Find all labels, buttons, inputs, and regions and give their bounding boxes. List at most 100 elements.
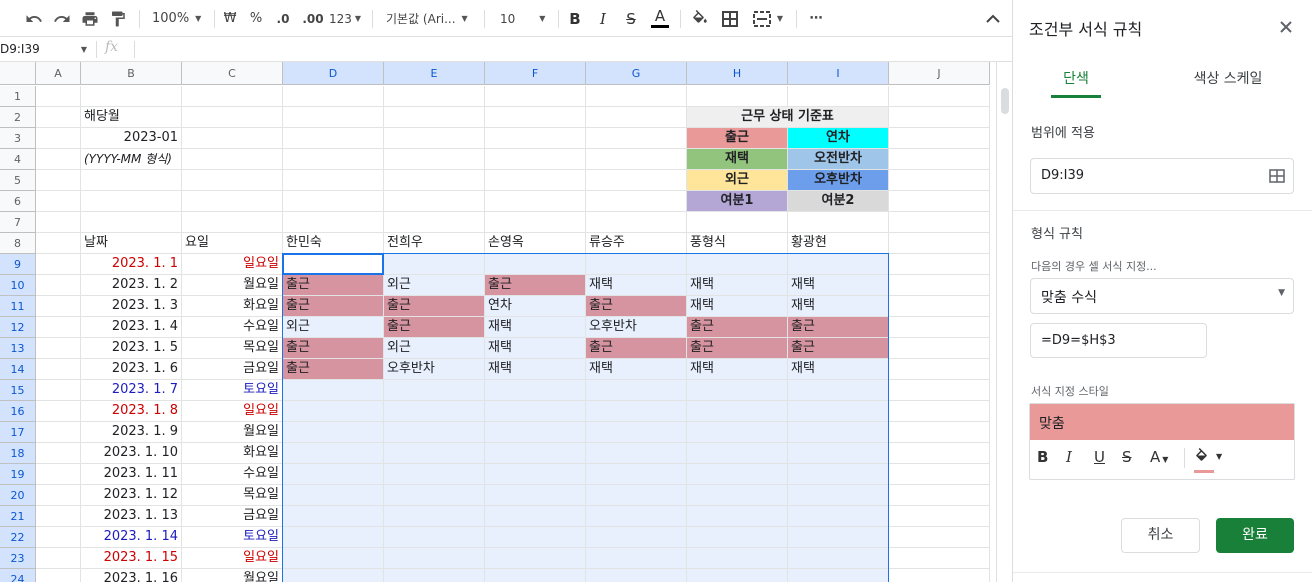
select-all-corner[interactable] (0, 62, 36, 85)
undo-icon[interactable] (22, 0, 46, 37)
cell-j15[interactable] (889, 380, 990, 401)
cell-a15[interactable] (36, 380, 81, 401)
cell-a3[interactable] (36, 128, 81, 149)
cell-i5[interactable]: 오후반차 (788, 170, 889, 191)
cell-g9[interactable] (586, 254, 687, 275)
formula-input[interactable] (140, 37, 1000, 61)
cell-j18[interactable] (889, 443, 990, 464)
print-icon[interactable] (78, 0, 102, 37)
cell-a1[interactable] (36, 86, 81, 107)
cell-i14[interactable]: 재택 (788, 359, 889, 380)
cell-c5[interactable] (182, 170, 283, 191)
row-header-13[interactable]: 13 (0, 338, 36, 359)
row-header-20[interactable]: 20 (0, 485, 36, 506)
cell-c11[interactable]: 화요일 (182, 296, 283, 317)
row-header-16[interactable]: 16 (0, 401, 36, 422)
cell-c12[interactable]: 수요일 (182, 317, 283, 338)
cell-d4[interactable] (283, 149, 384, 170)
cell-b21[interactable]: 2023. 1. 13 (81, 506, 182, 527)
cell-a10[interactable] (36, 275, 81, 296)
cell-g22[interactable] (586, 527, 687, 548)
italic-icon[interactable]: I (1066, 448, 1072, 466)
cell-b10[interactable]: 2023. 1. 2 (81, 275, 182, 296)
vertical-scrollbar[interactable] (996, 62, 1012, 582)
cell-e24[interactable] (384, 569, 485, 582)
cell-i21[interactable] (788, 506, 889, 527)
cell-c1[interactable] (182, 86, 283, 107)
cell-b3[interactable]: 2023-01 (81, 128, 182, 149)
cell-e17[interactable] (384, 422, 485, 443)
cell-h3[interactable]: 출근 (687, 128, 788, 149)
column-header-e[interactable]: E (384, 62, 485, 85)
cell-a6[interactable] (36, 191, 81, 212)
cell-a16[interactable] (36, 401, 81, 422)
cell-e21[interactable] (384, 506, 485, 527)
row-header-15[interactable]: 15 (0, 380, 36, 401)
cell-c21[interactable]: 금요일 (182, 506, 283, 527)
cell-e18[interactable] (384, 443, 485, 464)
cell-h8[interactable]: 풍형식 (687, 233, 788, 254)
cell-j6[interactable] (889, 191, 990, 212)
cell-j2[interactable] (889, 107, 990, 128)
cell-g1[interactable] (586, 86, 687, 107)
cell-c6[interactable] (182, 191, 283, 212)
cell-b4[interactable]: (YYYY-MM 형식) (81, 149, 182, 170)
column-header-b[interactable]: B (81, 62, 182, 85)
cell-f16[interactable] (485, 401, 586, 422)
cell-c3[interactable] (182, 128, 283, 149)
cell-h10[interactable]: 재택 (687, 275, 788, 296)
cell-g18[interactable] (586, 443, 687, 464)
cell-f17[interactable] (485, 422, 586, 443)
formula-field[interactable]: =D9=$H$3 (1030, 323, 1207, 358)
cell-b13[interactable]: 2023. 1. 5 (81, 338, 182, 359)
row-header-23[interactable]: 23 (0, 548, 36, 569)
cell-c23[interactable]: 일요일 (182, 548, 283, 569)
cell-h21[interactable] (687, 506, 788, 527)
cell-f22[interactable] (485, 527, 586, 548)
cell-j1[interactable] (889, 86, 990, 107)
cell-b24[interactable]: 2023. 1. 16 (81, 569, 182, 582)
cell-d3[interactable] (283, 128, 384, 149)
cell-j5[interactable] (889, 170, 990, 191)
tab-single-color[interactable]: 단색 (1051, 62, 1101, 98)
row-header-6[interactable]: 6 (0, 191, 36, 212)
cell-i15[interactable] (788, 380, 889, 401)
cell-f8[interactable]: 손영옥 (485, 233, 586, 254)
borders-icon[interactable] (718, 0, 742, 37)
cell-h11[interactable]: 재택 (687, 296, 788, 317)
cell-g2[interactable] (586, 107, 687, 128)
cell-g15[interactable] (586, 380, 687, 401)
cell-g7[interactable] (586, 212, 687, 233)
cell-h13[interactable]: 출근 (687, 338, 788, 359)
cell-h5[interactable]: 외근 (687, 170, 788, 191)
row-header-4[interactable]: 4 (0, 149, 36, 170)
cell-j13[interactable] (889, 338, 990, 359)
row-header-10[interactable]: 10 (0, 275, 36, 296)
cell-b7[interactable] (81, 212, 182, 233)
cell-c13[interactable]: 목요일 (182, 338, 283, 359)
cell-g24[interactable] (586, 569, 687, 582)
font-size-select[interactable]: 10 ▼ (492, 0, 552, 37)
cell-b18[interactable]: 2023. 1. 10 (81, 443, 182, 464)
row-header-18[interactable]: 18 (0, 443, 36, 464)
cell-j9[interactable] (889, 254, 990, 275)
close-icon[interactable] (1275, 16, 1297, 38)
row-header-11[interactable]: 11 (0, 296, 36, 317)
cell-d17[interactable] (283, 422, 384, 443)
grid-select-icon[interactable] (1269, 168, 1285, 188)
currency-button[interactable]: ₩ (220, 0, 240, 37)
cell-d22[interactable] (283, 527, 384, 548)
cell-c15[interactable]: 토요일 (182, 380, 283, 401)
cell-h1[interactable] (687, 86, 788, 107)
cell-h2[interactable]: 근무 상태 기준표 (687, 107, 889, 128)
cell-b6[interactable] (81, 191, 182, 212)
cell-c16[interactable]: 일요일 (182, 401, 283, 422)
cell-c9[interactable]: 일요일 (182, 254, 283, 275)
cell-e5[interactable] (384, 170, 485, 191)
cell-f19[interactable] (485, 464, 586, 485)
cell-d13[interactable]: 출근 (283, 338, 384, 359)
cell-e20[interactable] (384, 485, 485, 506)
cell-c2[interactable] (182, 107, 283, 128)
cell-j19[interactable] (889, 464, 990, 485)
cell-h20[interactable] (687, 485, 788, 506)
